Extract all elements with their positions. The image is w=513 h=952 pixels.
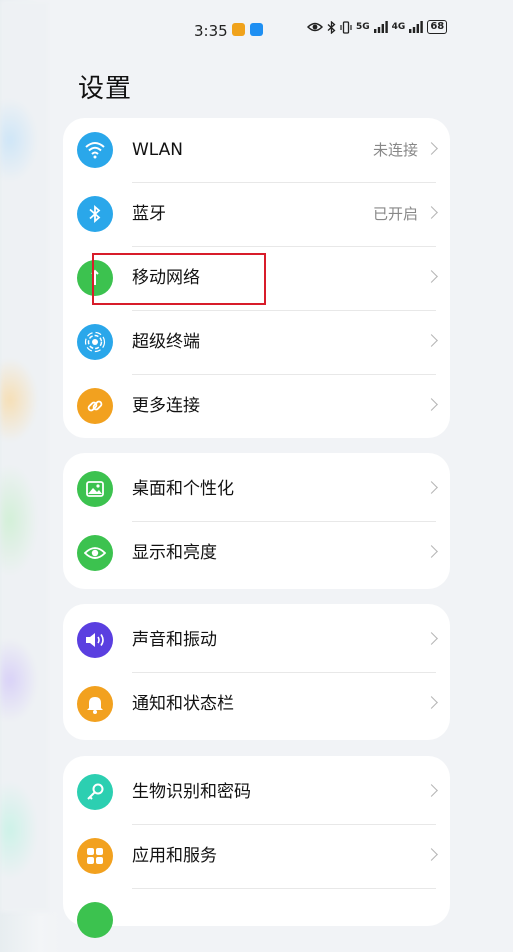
- battery-indicator: 68: [427, 20, 448, 34]
- settings-screen: 3:35 5G 4G 68 设置 WLAN 未连接 蓝牙 已开启 移动网络 超级…: [50, 0, 463, 938]
- chevron-right-icon: [425, 398, 438, 411]
- settings-item-label: 桌面和个性化: [132, 479, 234, 499]
- settings-item-bluetooth[interactable]: 蓝牙 已开启: [63, 182, 450, 246]
- settings-item-status: 未连接: [372, 141, 418, 159]
- notification-app-icon: [232, 23, 245, 36]
- bluetooth-status-icon: [327, 20, 336, 34]
- wifi-icon: [77, 132, 113, 168]
- security-apps-card: 生物识别和密码 应用和服务: [63, 756, 450, 938]
- chevron-right-icon: [425, 632, 438, 645]
- signal-icon: [409, 21, 424, 33]
- settings-item-wlan[interactable]: WLAN 未连接: [63, 118, 450, 182]
- partially-visible-icon: [77, 902, 113, 938]
- bell-icon: [77, 686, 113, 722]
- chevron-right-icon: [425, 696, 438, 709]
- status-bar: 3:35 5G 4G 68: [50, 0, 463, 58]
- chevron-right-icon: [425, 270, 438, 283]
- settings-item-label: 更多连接: [132, 396, 200, 416]
- page-title: 设置: [78, 74, 133, 104]
- chevron-right-icon: [425, 784, 438, 797]
- settings-item-label: 超级终端: [132, 332, 200, 352]
- sound-notification-card: 声音和振动 通知和状态栏: [63, 604, 450, 740]
- settings-item-sound[interactable]: 声音和振动: [63, 608, 450, 672]
- settings-item-status: 已开启: [372, 205, 418, 223]
- highlight-annotation-box: [92, 253, 266, 305]
- status-icons: 5G 4G 68: [307, 20, 448, 34]
- settings-item-home-screen[interactable]: 桌面和个性化: [63, 457, 450, 521]
- settings-item-super-device[interactable]: 超级终端: [63, 310, 450, 374]
- network-type-label: 5G: [356, 22, 370, 32]
- chevron-right-icon: [425, 545, 438, 558]
- settings-item-partial[interactable]: [63, 888, 450, 952]
- settings-item-notifications[interactable]: 通知和状态栏: [63, 672, 450, 736]
- signal-icon: [373, 21, 388, 33]
- key-icon: [77, 774, 113, 810]
- settings-item-display[interactable]: 显示和亮度: [63, 521, 450, 585]
- chevron-right-icon: [425, 334, 438, 347]
- wallpaper-icon: [77, 471, 113, 507]
- notification-app-icon: [250, 23, 263, 36]
- apps-grid-icon: [77, 838, 113, 874]
- blurred-background: [0, 0, 50, 912]
- eye-comfort-icon: [307, 22, 323, 32]
- settings-item-label: WLAN: [132, 140, 184, 160]
- personalization-card: 桌面和个性化 显示和亮度: [63, 453, 450, 589]
- chevron-right-icon: [425, 142, 438, 155]
- chevron-right-icon: [425, 848, 438, 861]
- settings-item-label: 声音和振动: [132, 630, 217, 650]
- settings-item-label: 通知和状态栏: [132, 694, 234, 714]
- super-device-icon: [77, 324, 113, 360]
- speaker-icon: [77, 622, 113, 658]
- link-icon: [77, 388, 113, 424]
- chevron-right-icon: [425, 206, 438, 219]
- settings-item-label: 生物识别和密码: [132, 782, 251, 802]
- settings-item-biometrics[interactable]: 生物识别和密码: [63, 760, 450, 824]
- settings-item-apps[interactable]: 应用和服务: [63, 824, 450, 888]
- settings-item-label: 蓝牙: [132, 204, 166, 224]
- settings-item-label: 应用和服务: [132, 846, 217, 866]
- vibrate-icon: [340, 20, 352, 34]
- network-type-label: 4G: [391, 22, 406, 32]
- settings-item-more-connections[interactable]: 更多连接: [63, 374, 450, 438]
- status-time: 3:35: [194, 22, 228, 40]
- chevron-right-icon: [425, 481, 438, 494]
- bluetooth-icon: [77, 196, 113, 232]
- eye-icon: [77, 535, 113, 571]
- settings-item-label: 显示和亮度: [132, 543, 217, 563]
